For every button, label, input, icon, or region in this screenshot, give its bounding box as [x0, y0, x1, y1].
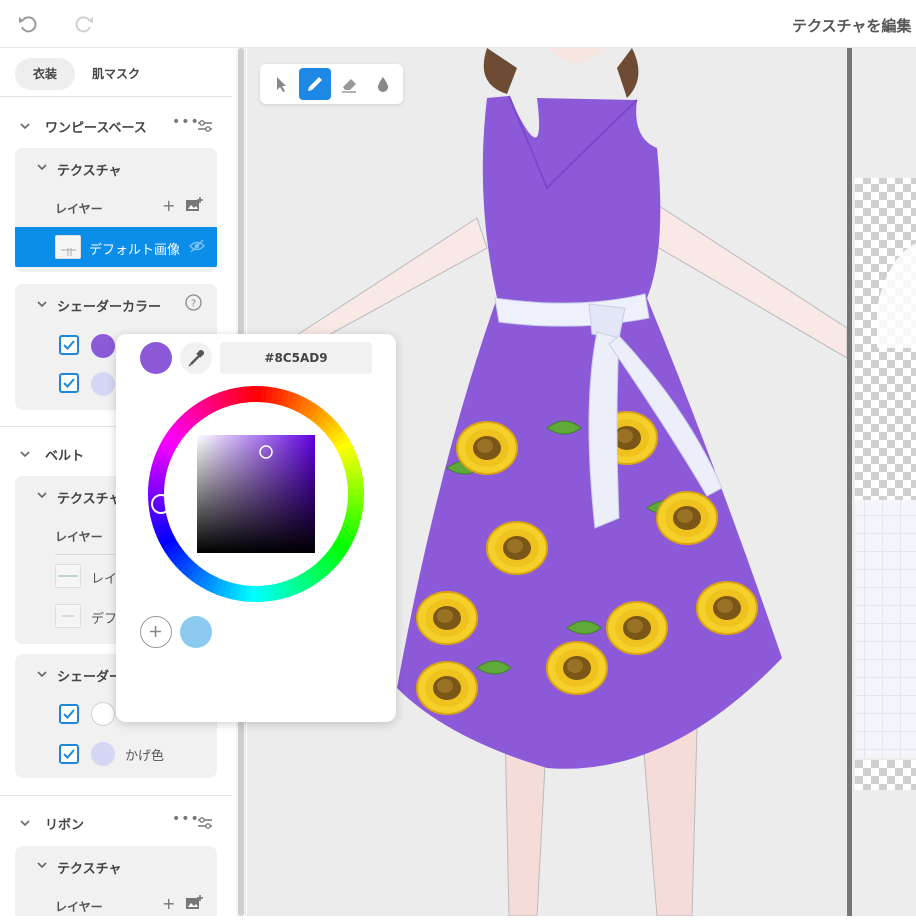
redo-icon[interactable] [72, 12, 96, 36]
add-layer-icon[interactable]: + [162, 198, 175, 214]
chevron-down-icon [20, 123, 30, 130]
page-title: テクスチャを編集 [792, 17, 912, 35]
top-bar: テクスチャを編集 [0, 0, 916, 48]
shader-checkbox-2[interactable] [59, 373, 79, 393]
settings-sliders-icon[interactable] [197, 119, 213, 133]
add-image-icon[interactable] [185, 197, 203, 213]
chevron-down-icon[interactable] [37, 669, 47, 679]
shader-checkbox-1[interactable] [59, 704, 79, 724]
texture-preview [847, 48, 916, 916]
layer-row-selected[interactable]: デフォルト画像 [15, 227, 217, 267]
texture-label: テクスチャ [57, 862, 122, 877]
texture-preview-pane[interactable] [847, 48, 916, 916]
shader-checkbox-2[interactable] [59, 744, 79, 764]
more-icon[interactable]: ••• [172, 114, 200, 130]
cursor-icon [277, 77, 286, 92]
layer-thumbnail [55, 564, 81, 588]
section-title: ワンピースベース [45, 121, 147, 136]
chevron-down-icon[interactable] [37, 860, 47, 870]
saved-color-swatch[interactable] [180, 616, 212, 648]
eyedropper-icon [188, 350, 204, 367]
hex-color-input[interactable] [220, 342, 372, 374]
add-swatch-button[interactable] [140, 616, 172, 648]
select-tool-button[interactable] [265, 68, 297, 100]
pen-tool-button[interactable] [299, 68, 331, 100]
section-title: ベルト [45, 449, 85, 464]
more-icon[interactable]: ••• [172, 811, 200, 827]
undo-icon[interactable] [16, 12, 40, 36]
settings-sliders-icon[interactable] [197, 816, 213, 830]
plus-icon [150, 626, 161, 637]
layer-label: レイヤー [55, 202, 103, 216]
layer-label: レイヤー [55, 900, 103, 914]
current-color-swatch [140, 342, 172, 374]
eyedropper-button[interactable] [180, 342, 212, 374]
add-image-icon[interactable] [185, 895, 203, 911]
droplet-icon [378, 77, 388, 92]
shadow-color-label: かげ色 [125, 749, 165, 764]
eraser-tool-button[interactable] [333, 68, 365, 100]
shader-checkbox-1[interactable] [59, 335, 79, 355]
shader-color-swatch[interactable] [91, 334, 115, 358]
layer-thumbnail [55, 235, 81, 259]
layer-label: レイヤー [55, 530, 103, 544]
divider [0, 96, 232, 97]
color-picker-popup [116, 334, 396, 722]
texture-panel: テクスチャ レイヤー + デフォルト画像 [15, 148, 217, 272]
help-icon[interactable]: ? [185, 294, 202, 311]
layer-thumbnail [55, 604, 81, 628]
shadow-color-swatch[interactable] [91, 742, 115, 766]
chevron-down-icon [20, 820, 30, 827]
svg-text:?: ? [191, 299, 196, 310]
drawing-toolbar [260, 64, 403, 104]
shader-color-swatch[interactable] [91, 702, 115, 726]
chevron-down-icon [20, 451, 30, 458]
texture-label: テクスチャ [57, 492, 122, 507]
shader-color-label: シェーダーカラー [57, 300, 162, 315]
layer-name: デフォルト画像 [89, 243, 181, 258]
shadow-color-swatch[interactable] [91, 372, 115, 396]
chevron-down-icon[interactable] [37, 490, 47, 500]
chevron-down-icon[interactable] [37, 299, 47, 309]
section-header-onepiece[interactable]: ワンピースベース ••• [0, 102, 232, 150]
chevron-down-icon[interactable] [37, 162, 47, 172]
tab-skin-mask[interactable]: 肌マスク [80, 58, 152, 90]
eraser-icon [342, 79, 356, 93]
texture-label: テクスチャ [57, 164, 122, 179]
pencil-icon [308, 77, 322, 91]
divider [0, 795, 232, 796]
visibility-off-icon[interactable] [189, 239, 205, 253]
section-title: リボン [45, 818, 85, 833]
section-header-ribbon[interactable]: リボン ••• [0, 799, 232, 847]
ribbon-texture-panel: テクスチャ レイヤー + [15, 846, 217, 916]
tab-costume[interactable]: 衣装 [15, 58, 75, 90]
add-layer-icon[interactable]: + [162, 896, 175, 912]
color-wheel[interactable] [148, 386, 364, 602]
fill-tool-button[interactable] [367, 68, 399, 100]
